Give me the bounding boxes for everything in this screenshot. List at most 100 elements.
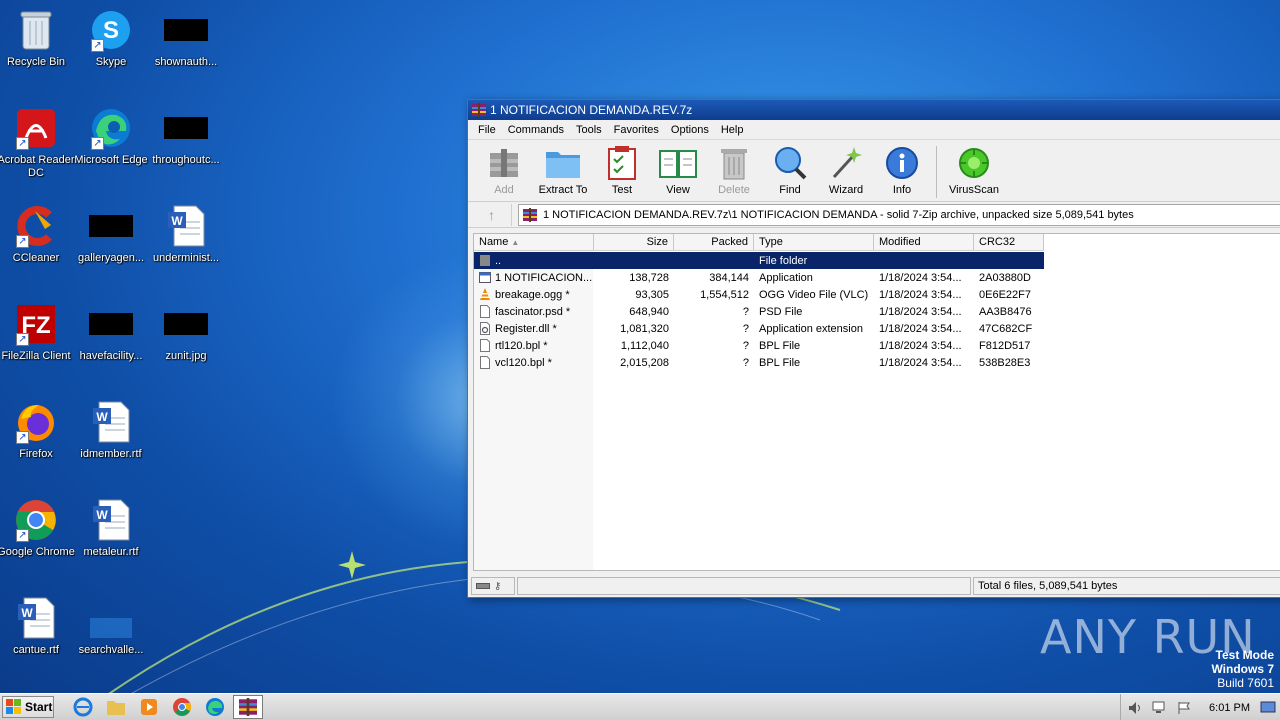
desktop-icon-cantue[interactable]: W cantue.rtf: [0, 596, 75, 657]
desktop-icon-idmember[interactable]: W idmember.rtf: [72, 400, 150, 461]
redacted-thumbnail-icon: [164, 302, 208, 346]
menu-options[interactable]: Options: [665, 124, 715, 136]
menu-tools[interactable]: Tools: [570, 124, 608, 136]
desktop-icon-chrome[interactable]: ↗ Google Chrome: [0, 498, 75, 559]
desktop-icon-havefacility[interactable]: havefacility...: [72, 302, 150, 363]
desktop-icon-label: CCleaner: [12, 252, 60, 264]
desktop-icon-firefox[interactable]: ↗ Firefox: [0, 400, 75, 461]
table-row[interactable]: breakage.ogg * 93,305 1,554,512 OGG Vide…: [474, 286, 1044, 303]
taskbar-winrar-icon[interactable]: [233, 695, 263, 719]
view-icon: [658, 144, 698, 182]
desktop-icon-label: Acrobat Reader DC: [0, 154, 75, 179]
desktop-icon-label: Firefox: [19, 448, 53, 460]
address-bar: ↑ 1 NOTIFICACION DEMANDA.REV.7z\1 NOTIFI…: [468, 202, 1280, 228]
status-middle-section: [517, 577, 971, 595]
desktop-icon-shownauth[interactable]: shownauth...: [147, 8, 225, 69]
column-header-type[interactable]: Type: [754, 234, 874, 250]
taskbar-edge-icon[interactable]: [200, 695, 230, 719]
desktop-icon-zunit[interactable]: zunit.jpg: [147, 302, 225, 363]
menu-favorites[interactable]: Favorites: [608, 124, 665, 136]
wizard-button[interactable]: Wizard: [818, 144, 874, 196]
desktop-icon-label: zunit.jpg: [165, 350, 207, 362]
column-header-modified[interactable]: Modified: [874, 234, 974, 250]
column-header-packed[interactable]: Packed: [674, 234, 754, 250]
redacted-thumbnail-icon: [89, 204, 133, 248]
application-icon: [479, 272, 491, 283]
taskbar-explorer-icon[interactable]: [101, 695, 131, 719]
extract-to-button[interactable]: Extract To: [532, 144, 594, 196]
svg-text:S: S: [103, 17, 119, 44]
volume-icon[interactable]: [1127, 700, 1145, 716]
table-row[interactable]: Register.dll * 1,081,320 ? Application e…: [474, 320, 1044, 337]
redacted-thumbnail-icon: [164, 106, 208, 150]
network-icon[interactable]: [1151, 700, 1169, 716]
wizard-icon: [826, 144, 866, 182]
desktop-icon-underminist[interactable]: W underminist...: [147, 204, 225, 265]
desktop-icon-filezilla[interactable]: FZ ↗ FileZilla Client: [0, 302, 75, 363]
taskbar-chrome-icon[interactable]: [167, 695, 197, 719]
vlc-icon: [480, 288, 490, 300]
add-icon: [484, 144, 524, 182]
table-row[interactable]: 1 NOTIFICACION... 138,728 384,144 Applic…: [474, 269, 1044, 286]
column-header-size[interactable]: Size: [594, 234, 674, 250]
add-button[interactable]: Add: [476, 144, 532, 196]
delete-label: Delete: [718, 184, 750, 196]
desktop-icon-throughoutc[interactable]: throughoutc...: [147, 106, 225, 167]
shortcut-arrow-icon: ↗: [16, 137, 29, 150]
column-header-crc32[interactable]: CRC32: [974, 234, 1044, 250]
desktop-icon-ccleaner[interactable]: ↗ CCleaner: [0, 204, 75, 265]
path-field[interactable]: 1 NOTIFICACION DEMANDA.REV.7z\1 NOTIFICA…: [518, 203, 1280, 226]
desktop-icon-galleryagen[interactable]: galleryagen...: [72, 204, 150, 265]
delete-button[interactable]: Delete: [706, 144, 762, 196]
taskbar-media-player-icon[interactable]: [134, 695, 164, 719]
table-row[interactable]: fascinator.psd * 648,940 ? PSD File 1/18…: [474, 303, 1044, 320]
test-button[interactable]: Test: [594, 144, 650, 196]
archive-icon: [523, 207, 537, 222]
desktop-icon-recycle-bin[interactable]: Recycle Bin: [0, 8, 75, 69]
view-label: View: [666, 184, 690, 196]
test-label: Test: [611, 184, 633, 196]
firefox-icon: ↗: [14, 400, 58, 444]
sort-up-icon: ▲: [511, 238, 520, 247]
start-button[interactable]: Start: [2, 696, 54, 718]
menu-file[interactable]: File: [472, 124, 502, 136]
virusscan-button[interactable]: VirusScan: [943, 144, 1005, 196]
desktop-icon-label: Microsoft Edge: [74, 154, 148, 166]
parent-folder-icon: [480, 255, 490, 266]
find-icon: [770, 144, 810, 182]
filezilla-icon: FZ ↗: [14, 302, 58, 346]
up-arrow-icon[interactable]: ↑: [472, 203, 512, 226]
system-tray: 6:01 PM: [1120, 694, 1280, 720]
info-button[interactable]: Info: [874, 144, 930, 196]
word-document-icon: W: [89, 400, 133, 444]
desktop-icon-label: idmember.rtf: [80, 448, 142, 460]
window-titlebar[interactable]: 1 NOTIFICACION DEMANDA.REV.7z: [468, 100, 1280, 120]
shortcut-arrow-icon: ↗: [16, 529, 29, 542]
table-row[interactable]: rtl120.bpl * 1,112,040 ? BPL File 1/18/2…: [474, 337, 1044, 354]
wizard-label: Wizard: [828, 184, 864, 196]
list-header: Name ▲ Size Packed Type Modified CRC32: [474, 234, 1044, 251]
svg-text:W: W: [96, 410, 108, 424]
table-row[interactable]: .. File folder: [474, 252, 1044, 269]
desktop-icon-metaleur[interactable]: W metaleur.rtf: [72, 498, 150, 559]
menu-help[interactable]: Help: [715, 124, 750, 136]
taskbar-ie-icon[interactable]: [68, 695, 98, 719]
status-total: Total 6 files, 5,089,541 bytes: [973, 577, 1280, 595]
desktop-icon-edge[interactable]: ↗ Microsoft Edge: [72, 106, 150, 167]
desktop-icon-acrobat[interactable]: ↗ Acrobat Reader DC: [0, 106, 75, 180]
desktop-icon-skype[interactable]: S ↗ Skype: [72, 8, 150, 69]
menu-commands[interactable]: Commands: [502, 124, 570, 136]
find-button[interactable]: Find: [762, 144, 818, 196]
action-center-flag-icon[interactable]: [1175, 700, 1193, 716]
column-header-name[interactable]: Name ▲: [474, 234, 594, 250]
table-row[interactable]: vcl120.bpl * 2,015,208 ? BPL File 1/18/2…: [474, 354, 1044, 371]
clock[interactable]: 6:01 PM: [1209, 702, 1250, 714]
extract-icon: [543, 144, 583, 182]
show-desktop-icon[interactable]: [1260, 700, 1276, 716]
view-button[interactable]: View: [650, 144, 706, 196]
taskbar: Start 6:01 PM: [0, 693, 1280, 720]
shortcut-arrow-icon: ↗: [91, 137, 104, 150]
desktop-icon-searchvalle[interactable]: searchvalle...: [72, 596, 150, 657]
desktop-icon-label: Recycle Bin: [6, 56, 66, 68]
test-mode-line3: Build 7601: [1217, 676, 1274, 690]
